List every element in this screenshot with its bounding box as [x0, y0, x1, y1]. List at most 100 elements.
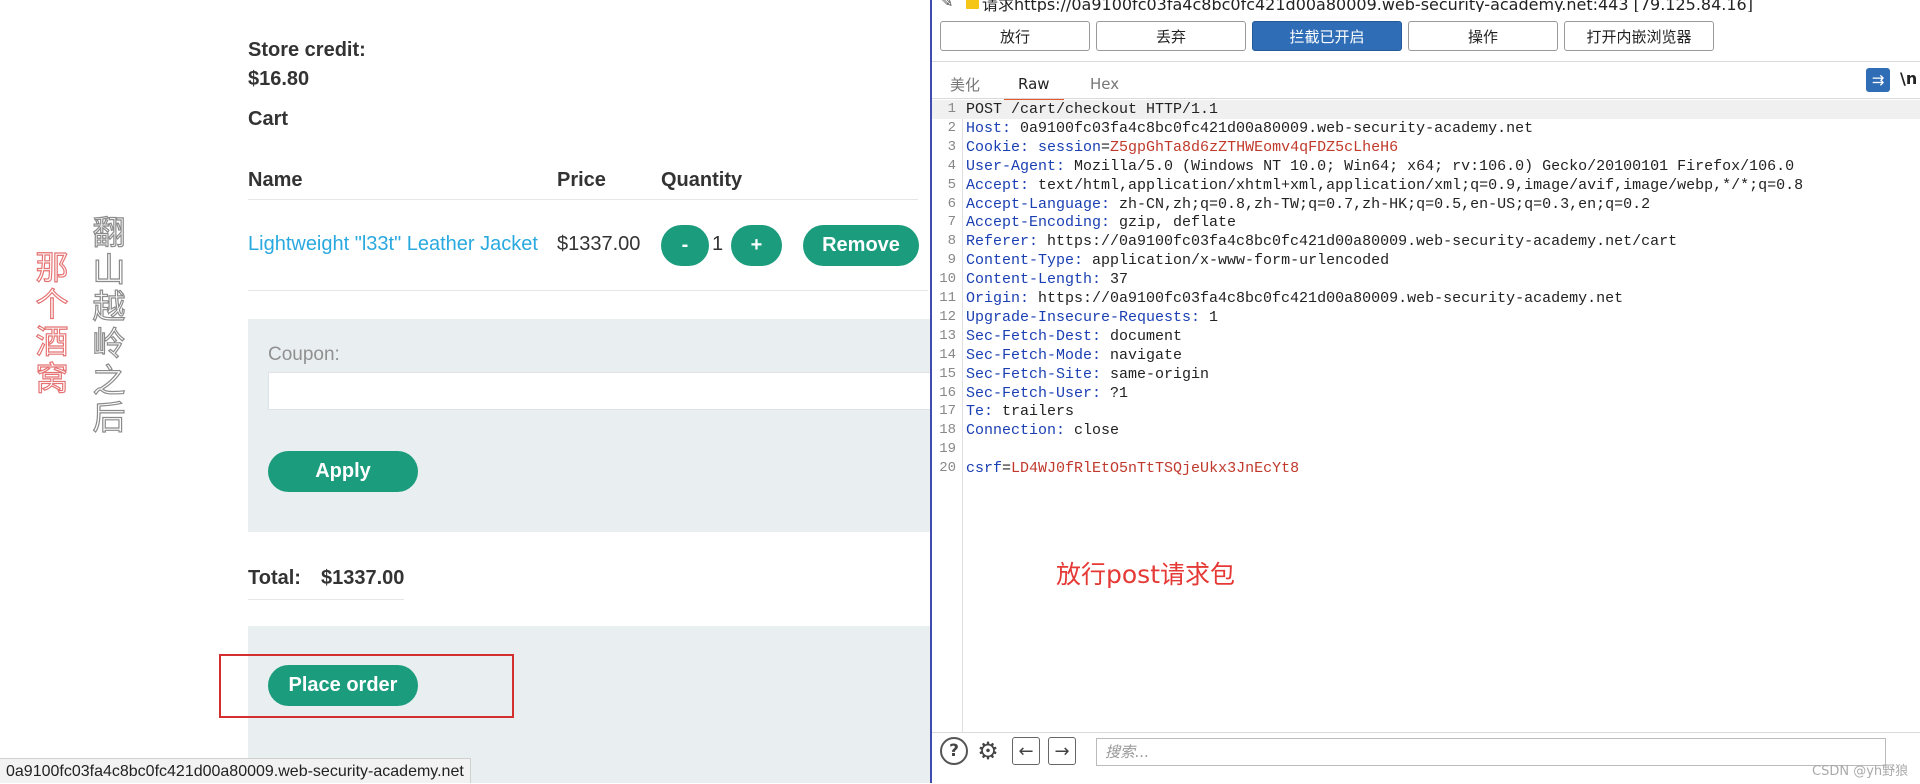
help-icon[interactable]: ? [940, 737, 968, 765]
header-value: https://0a9100fc03fa4c8bc0fc421d00a80009… [1029, 290, 1624, 307]
cookie-name: session [1029, 138, 1102, 156]
pencil-icon: ✎ [940, 0, 954, 11]
request-line: 8 Referer: https://0a9100fc03fa4c8bc0fc42… [932, 232, 1920, 251]
line-number: 4 [947, 157, 956, 174]
line-number: 7 [947, 214, 956, 231]
watermark-char: 个 [35, 285, 69, 324]
tab-hex[interactable]: Hex [1090, 70, 1119, 98]
line-content: Referer: https://0a9100fc03fa4c8bc0fc421… [966, 232, 1677, 251]
line-content: Content-Type: application/x-www-form-url… [966, 251, 1389, 270]
header-name: Origin: [966, 290, 1030, 307]
newline-toggle-icon[interactable]: \n [1900, 69, 1917, 88]
line-content: Sec-Fetch-Site: same-origin [966, 365, 1209, 384]
request-line: 20 csrf=LD4WJ0fRlEtO5nTtTSQjeUkx3JnEcYt8 [932, 459, 1920, 478]
header-value: 37 [1101, 271, 1129, 289]
line-content: Accept-Encoding: gzip, deflate [966, 213, 1236, 232]
coupon-input[interactable] [268, 372, 935, 410]
status-bar-url: 0a9100fc03fa4c8bc0fc421d00a80009.web-sec… [0, 758, 471, 783]
line-content: Sec-Fetch-Dest: document [966, 327, 1182, 346]
header-value: close [1065, 422, 1120, 440]
tab-raw[interactable]: Raw [1004, 70, 1064, 100]
column-name: Name [248, 169, 303, 191]
request-line: 11 Origin: https://0a9100fc03fa4c8bc0fc42… [932, 289, 1920, 308]
header-value: Mozilla/5.0 (Windows NT 10.0; Win64; x64… [1065, 157, 1795, 175]
request-line: 18 Connection: close [932, 421, 1920, 440]
header-name: Accept-Language: [966, 195, 1111, 213]
qty-increase-button[interactable]: + [731, 225, 782, 266]
watermark-char: 山 [92, 250, 126, 289]
drop-button[interactable]: 丢弃 [1096, 21, 1246, 51]
line-number: 17 [939, 403, 956, 420]
table-row-rule [248, 290, 928, 291]
action-button[interactable]: 操作 [1408, 21, 1558, 51]
wrap-lines-icon[interactable]: ⇉ [1866, 68, 1890, 92]
forward-arrow-icon[interactable]: → [1048, 737, 1076, 765]
line-content: Host: 0a9100fc03fa4c8bc0fc421d00a80009.w… [966, 119, 1533, 138]
line-content: Upgrade-Insecure-Requests: 1 [966, 308, 1218, 327]
line-number: 19 [939, 441, 956, 458]
title-bar: ✎ 请求https://0a9100fc03fa4c8bc0fc421d00a8… [932, 0, 1920, 12]
header-value: zh-CN,zh;q=0.8,zh-TW;q=0.7,zh-HK;q=0.5,e… [1110, 195, 1651, 213]
folder-icon [966, 0, 979, 9]
table-header-rule [248, 199, 918, 200]
line-content: Sec-Fetch-User: ?1 [966, 384, 1128, 403]
intercept-toggle-button[interactable]: 拦截已开启 [1252, 21, 1402, 51]
annotation-text: 放行post请求包 [1056, 560, 1235, 589]
line-content: Origin: https://0a9100fc03fa4c8bc0fc421d… [966, 289, 1623, 308]
header-value: text/html,application/xhtml+xml,applicat… [1029, 176, 1804, 194]
line-content: csrf=LD4WJ0fRlEtO5nTtTSQjeUkx3JnEcYt8 [966, 459, 1299, 478]
request-line: 13 Sec-Fetch-Dest: document [932, 327, 1920, 346]
line-number: 13 [939, 327, 956, 344]
header-name: Referer: [966, 233, 1039, 251]
watermark-char: 那 [35, 248, 69, 287]
line-number: 8 [947, 233, 956, 250]
request-line: 14 Sec-Fetch-Mode: navigate [932, 346, 1920, 365]
header-name: Te: [966, 403, 994, 421]
header-name: Accept-Encoding: [966, 214, 1111, 232]
qty-value: 1 [712, 233, 724, 255]
tab-pretty[interactable]: 美化 [950, 70, 980, 98]
watermark-char: 窝 [35, 359, 69, 398]
remove-button[interactable]: Remove [803, 225, 919, 266]
header-value: same-origin [1101, 365, 1210, 383]
request-line: 15 Sec-Fetch-Site: same-origin [932, 365, 1920, 384]
open-browser-button[interactable]: 打开内嵌浏览器 [1564, 21, 1714, 51]
header-name: User-Agent: [966, 157, 1066, 175]
back-arrow-icon[interactable]: ← [1012, 737, 1040, 765]
settings-gear-icon[interactable]: ⚙ [974, 737, 1002, 765]
header-name: Cookie: [966, 138, 1030, 156]
equals-sign: = [1101, 138, 1111, 156]
header-value: gzip, deflate [1110, 214, 1237, 232]
item-name-link[interactable]: Lightweight "l33t" Leather Jacket [248, 233, 538, 256]
request-line: 7 Accept-Encoding: gzip, deflate [932, 213, 1920, 232]
header-value: navigate [1101, 346, 1183, 364]
store-credit-label: Store credit: [248, 39, 366, 61]
line-number: 20 [939, 460, 956, 477]
total-value: $1337.00 [320, 567, 405, 589]
line-number: 1 [947, 101, 956, 117]
header-value: ?1 [1101, 384, 1129, 402]
coupon-label: Coupon: [268, 344, 340, 365]
request-line: 2 Host: 0a9100fc03fa4c8bc0fc421d00a80009.… [932, 119, 1920, 138]
line-number: 2 [947, 119, 956, 136]
forward-button[interactable]: 放行 [940, 21, 1090, 51]
line-content: Connection: close [966, 421, 1119, 440]
toolbar-separator [932, 61, 1920, 62]
total-label: Total: [248, 567, 301, 589]
request-line: 19 [932, 440, 1920, 459]
search-input[interactable]: 搜索... [1096, 738, 1886, 766]
cart-heading: Cart [248, 108, 289, 130]
header-value: 1 [1200, 308, 1219, 326]
header-value: trailers [993, 403, 1075, 421]
watermark-char: 翻 [92, 213, 126, 252]
header-name: Content-Length: [966, 271, 1102, 289]
watermark-char: 后 [92, 398, 126, 437]
header-name: Sec-Fetch-Mode: [966, 346, 1102, 364]
total-row: Total: $1337.00 [248, 567, 404, 590]
column-quantity: Quantity [661, 169, 743, 191]
request-editor[interactable]: 1 POST /cart/checkout HTTP/1.1 2 Host: 0a91… [932, 100, 1920, 732]
line-number: 9 [947, 252, 956, 269]
qty-decrease-button[interactable]: - [661, 225, 709, 266]
apply-button[interactable]: Apply [268, 451, 418, 492]
line-content: Accept: text/html,application/xhtml+xml,… [966, 176, 1803, 195]
